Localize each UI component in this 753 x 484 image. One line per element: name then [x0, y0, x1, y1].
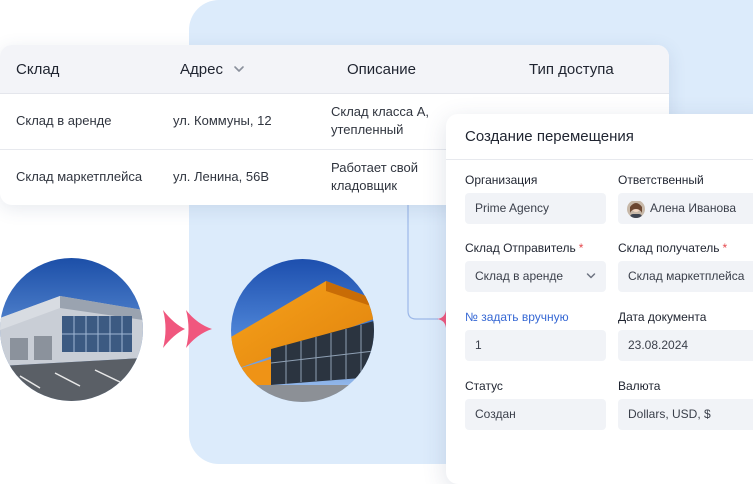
receiver-warehouse-label: Склад получатель * [618, 241, 728, 255]
receiver-warehouse-value: Склад маркетплейса [628, 269, 745, 283]
manual-number-link[interactable]: № задать вручную [465, 310, 569, 324]
document-date-field[interactable]: 23.08.2024 [618, 330, 753, 361]
cell-warehouse: Склад маркетплейса [16, 169, 143, 184]
sender-warehouse-value: Склад в аренде [475, 269, 564, 283]
sender-warehouse-label: Склад Отправитель * [465, 241, 584, 255]
cell-warehouse: Склад в аренде [16, 113, 112, 128]
column-description[interactable]: Описание [347, 61, 416, 78]
transfer-form: Создание перемещения Организация Prime A… [446, 114, 753, 484]
organization-field[interactable]: Prime Agency [465, 193, 606, 224]
cell-description-line2: кладовщик [331, 178, 398, 193]
organization-label: Организация [465, 173, 538, 187]
organization-value: Prime Agency [475, 201, 550, 215]
column-access-type[interactable]: Тип доступа [529, 61, 614, 78]
cell-description-line2: утепленный [331, 122, 404, 137]
responsible-field[interactable]: Алена Иванова [618, 193, 753, 224]
cell-description-line1: Работает свой [331, 160, 419, 175]
table-header: Склад Адрес Описание Тип доступа [0, 45, 669, 94]
responsible-label: Ответственный [618, 173, 704, 187]
warehouse-photo-grey [0, 258, 143, 401]
status-label: Статус [465, 379, 503, 393]
receiver-warehouse-select[interactable]: Склад маркетплейса [618, 261, 753, 292]
cell-address: ул. Коммуны, 12 [173, 113, 272, 128]
number-value: 1 [475, 338, 482, 352]
number-field[interactable]: 1 [465, 330, 606, 361]
currency-value: Dollars, USD, $ [628, 407, 711, 421]
responsible-value: Алена Иванова [650, 201, 737, 215]
form-title: Создание перемещения [465, 128, 634, 145]
chevron-down-icon [586, 273, 596, 279]
document-date-value: 23.08.2024 [628, 338, 689, 352]
status-field[interactable]: Создан [465, 399, 606, 430]
status-value: Создан [475, 407, 516, 421]
warehouse-photo-orange [231, 259, 374, 402]
double-arrow-icon [163, 310, 212, 348]
divider [446, 159, 753, 160]
sender-warehouse-select[interactable]: Склад в аренде [465, 261, 606, 292]
avatar [627, 200, 645, 218]
document-date-label: Дата документа [618, 310, 707, 324]
currency-field[interactable]: Dollars, USD, $ [618, 399, 753, 430]
required-mark: * [578, 241, 584, 255]
cell-address: ул. Ленина, 56В [173, 169, 269, 184]
column-address[interactable]: Адрес [180, 61, 223, 78]
column-warehouse[interactable]: Склад [16, 61, 59, 78]
cell-description-line1: Склад класса А, [331, 104, 430, 119]
required-mark: * [722, 241, 728, 255]
chevron-down-icon[interactable] [233, 64, 245, 74]
currency-label: Валюта [618, 379, 661, 393]
